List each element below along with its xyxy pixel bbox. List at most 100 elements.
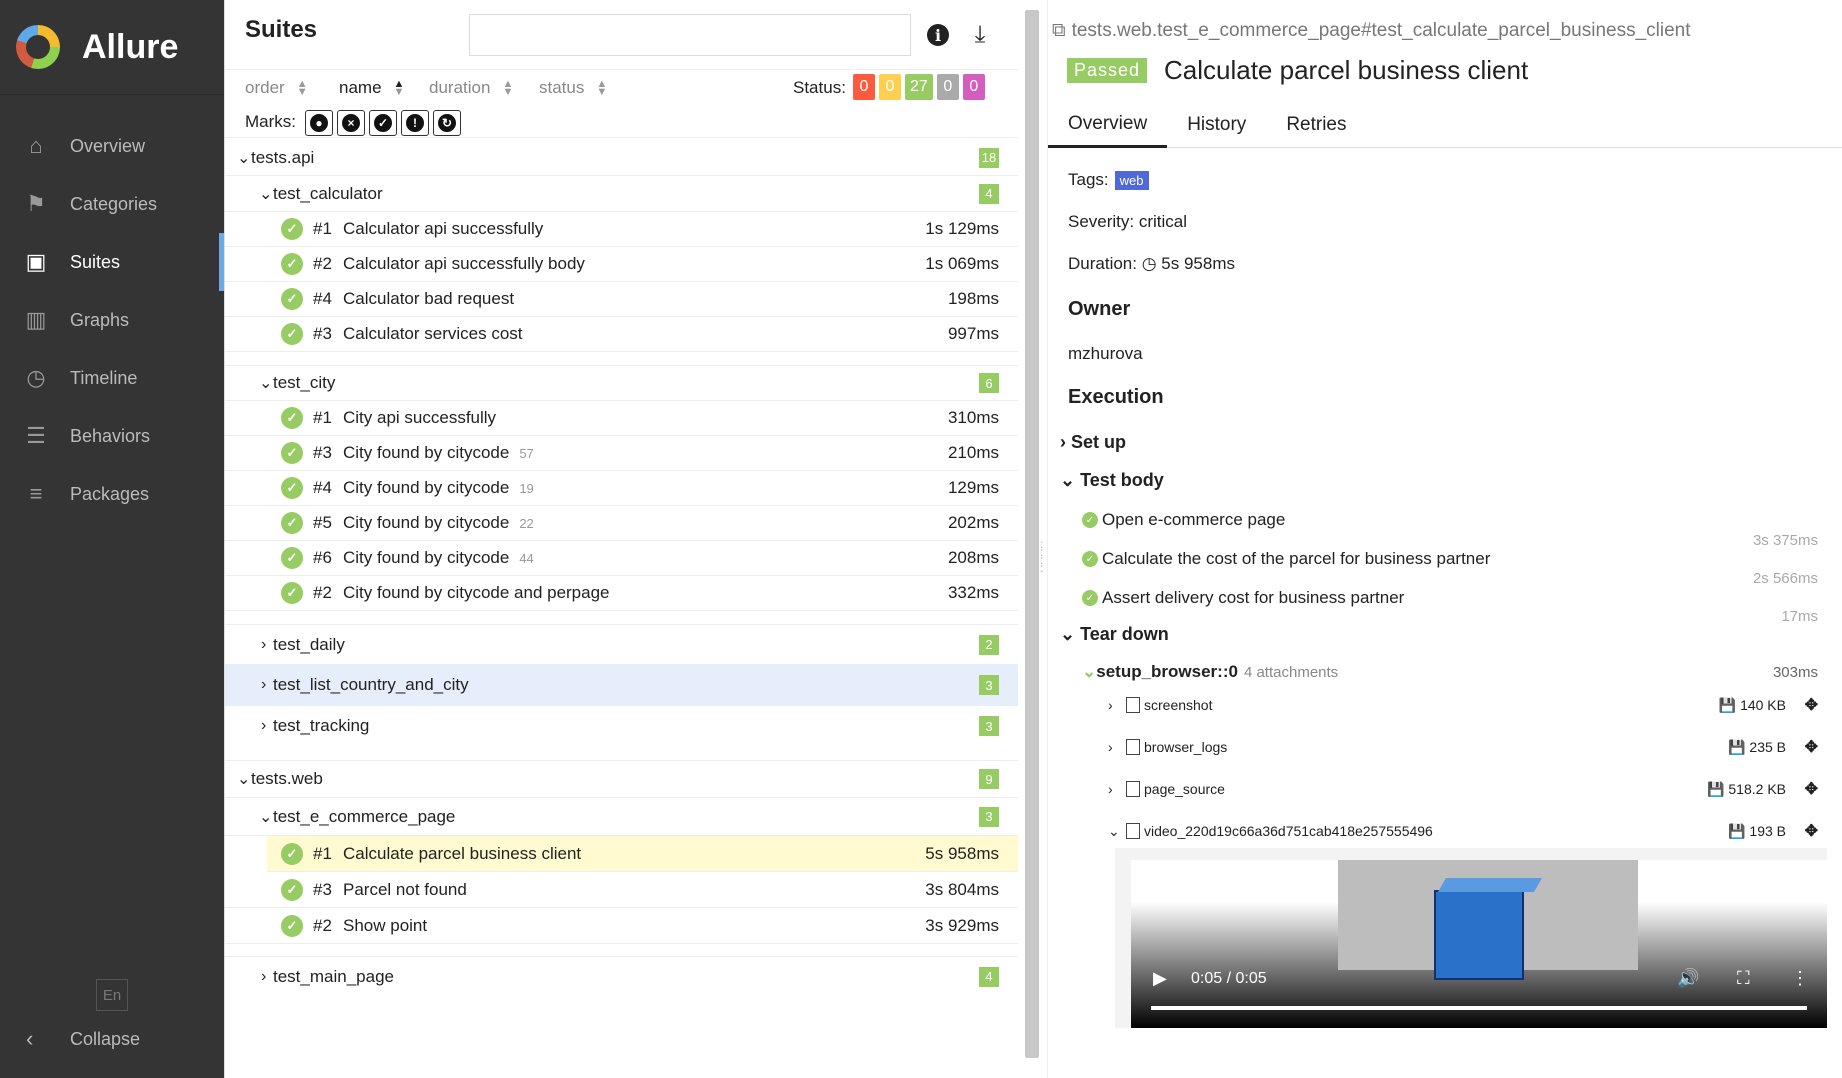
group-count: 4 — [979, 966, 999, 987]
copy-icon[interactable]: ⧉ — [1052, 20, 1066, 42]
test-case-duration: 210ms — [947, 443, 999, 462]
video-player[interactable]: ▶ 0:05 / 0:05 🔊 ⛶ ⋮ — [1115, 848, 1827, 1028]
download-icon[interactable]: ⤓ — [967, 21, 993, 48]
volume-icon[interactable]: 🔊 — [1677, 968, 1699, 989]
test-case-name: City api successfully — [343, 408, 496, 428]
expand-icon[interactable]: ✥ — [1805, 737, 1818, 757]
attachment-row[interactable]: ⌄ video_220d19c66a36d751cab418e257555496… — [1108, 816, 1818, 846]
tree-group-test-list-country-and-city[interactable]: › test_list_country_and_city 3 — [225, 664, 1018, 706]
setup-section[interactable]: › Set up — [1060, 432, 1126, 453]
status-unknown-badge[interactable]: 0 — [962, 74, 985, 100]
test-case-row[interactable]: ✓ #6 City found by citycode 44 208ms — [225, 541, 1018, 576]
step-duration: 3s 375ms — [1752, 532, 1818, 549]
tree-group-tests-api[interactable]: ⌄ tests.api 18 — [225, 140, 1018, 176]
test-case-duration: 202ms — [947, 513, 999, 532]
video-progress-bar[interactable] — [1151, 1006, 1807, 1010]
tree-group-test-e-commerce-page[interactable]: ⌄ test_e_commerce_page 3 — [225, 798, 1018, 836]
status-broken-badge[interactable]: 0 — [879, 74, 901, 100]
test-case-row[interactable]: ✓ #3 Parcel not found 3s 804ms — [225, 872, 1018, 908]
status-skipped-badge[interactable]: 0 — [936, 74, 959, 100]
mark-new-broken-button[interactable]: ! — [401, 110, 429, 136]
attachment-row[interactable]: › page_source 💾 518.2 KB ✥ — [1108, 774, 1818, 804]
tree-group-test-tracking[interactable]: › test_tracking 3 — [225, 706, 1018, 746]
attachment-row[interactable]: › browser_logs 💾 235 B ✥ — [1108, 732, 1818, 762]
tree-group-test-calculator[interactable]: ⌄ test_calculator 4 — [225, 176, 1018, 212]
play-icon[interactable]: ▶ — [1153, 968, 1167, 989]
brand[interactable]: Allure — [0, 0, 224, 95]
test-body-section[interactable]: ⌄ Test body — [1060, 470, 1164, 491]
language-button[interactable]: En — [96, 979, 128, 1011]
sidebar-item-behaviors[interactable]: ☰ Behaviors — [0, 407, 224, 465]
search-input[interactable] — [469, 14, 911, 56]
tab-overview[interactable]: Overview — [1048, 102, 1168, 148]
detail-tabs: Overview History Retries — [1048, 102, 1842, 148]
step-row[interactable]: ✓ Calculate the cost of the parcel for b… — [1082, 549, 1490, 569]
test-case-row[interactable]: ✓ #4 City found by citycode 19 129ms — [225, 471, 1018, 506]
test-case-row-selected[interactable]: ✓ #1 Calculate parcel business client 5s… — [267, 836, 1018, 872]
attachment-row[interactable]: › screenshot 💾 140 KB ✥ — [1108, 690, 1818, 720]
test-case-row[interactable]: ✓ #3 City found by citycode 57 210ms — [225, 436, 1018, 471]
passed-check-icon: ✓ — [281, 547, 303, 569]
collapse-button[interactable]: ‹ Collapse — [26, 1026, 140, 1052]
fullscreen-icon[interactable]: ⛶ — [1737, 968, 1750, 989]
teardown-section[interactable]: ⌄ Tear down — [1060, 624, 1169, 645]
sidebar-item-suites[interactable]: ▣ Suites — [0, 233, 224, 291]
clock-icon: ◷ — [1141, 254, 1157, 273]
sidebar-item-timeline[interactable]: ◷ Timeline — [0, 349, 224, 407]
tree-group-tests-web[interactable]: ⌄ tests.web 9 — [225, 760, 1018, 798]
sidebar-item-graphs[interactable]: ▥ Graphs — [0, 291, 224, 349]
expand-icon[interactable]: ✥ — [1805, 695, 1818, 715]
test-case-name: Calculator api successfully body — [343, 254, 585, 273]
status-passed-badge[interactable]: 27 — [905, 74, 933, 100]
fixture-row[interactable]: ⌄ setup_browser::0 4 attachments — [1082, 662, 1338, 682]
tab-history[interactable]: History — [1167, 102, 1266, 148]
mark-new-failed-button[interactable]: × — [337, 110, 365, 136]
tab-retries[interactable]: Retries — [1266, 102, 1366, 148]
mark-new-passed-button[interactable]: ✓ — [369, 110, 397, 136]
test-case-row[interactable]: ✓ #4 Calculator bad request 198ms — [225, 282, 1018, 317]
passed-check-icon: ✓ — [281, 914, 303, 937]
status-failed-badge[interactable]: 0 — [853, 74, 875, 100]
sidebar-item-categories[interactable]: ⚑ Categories — [0, 175, 224, 233]
scrollbar-thumb[interactable] — [1025, 10, 1039, 1058]
breadcrumb[interactable]: ⧉ tests.web.test_e_commerce_page#test_ca… — [1052, 20, 1691, 42]
group-name: test_tracking — [273, 716, 370, 735]
test-case-row[interactable]: ✓ #1 City api successfully 310ms — [225, 401, 1018, 436]
save-icon: 💾 — [1728, 738, 1746, 755]
test-body-label: Test body — [1080, 470, 1164, 490]
sort-name[interactable]: name ▲ ▼ — [339, 78, 404, 98]
test-case-param: 57 — [519, 446, 534, 461]
step-name: Assert delivery cost for business partne… — [1102, 588, 1405, 607]
expand-icon[interactable]: ✥ — [1805, 821, 1818, 841]
sidebar-item-label: Packages — [70, 483, 150, 504]
test-case-row[interactable]: ✓ #2 Calculator api successfully body 1s… — [225, 247, 1018, 282]
more-options-icon[interactable]: ⋮ — [1791, 968, 1809, 989]
test-case-row[interactable]: ✓ #2 Show point 3s 929ms — [225, 908, 1018, 944]
test-case-row[interactable]: ✓ #2 City found by citycode and perpage … — [225, 576, 1018, 611]
step-row[interactable]: ✓ Assert delivery cost for business part… — [1082, 588, 1404, 608]
sort-duration-label: duration — [429, 78, 491, 97]
pane-splitter-handle[interactable]: :::: — [1040, 538, 1046, 580]
step-row[interactable]: ✓ Open e-commerce page — [1082, 510, 1285, 530]
test-title: Calculate parcel business client — [1164, 55, 1529, 85]
sort-order[interactable]: order ▲ ▼ — [245, 78, 308, 98]
save-icon: 💾 — [1707, 780, 1725, 797]
sidebar-item-overview[interactable]: ⌂ Overview — [0, 117, 224, 175]
test-case-row[interactable]: ✓ #3 Calculator services cost 997ms — [225, 317, 1018, 352]
sort-duration[interactable]: duration ▲ ▼ — [429, 78, 513, 98]
mark-flaky-button[interactable]: ● — [305, 110, 333, 136]
test-case-row[interactable]: ✓ #5 City found by citycode 22 202ms — [225, 506, 1018, 541]
status-badge: Passed — [1067, 58, 1148, 83]
sort-status[interactable]: status ▲ ▼ — [539, 78, 607, 98]
expand-icon[interactable]: ✥ — [1805, 779, 1818, 799]
tree-group-test-daily[interactable]: › test_daily 2 — [225, 624, 1018, 664]
mark-retries-button[interactable]: ↻ — [433, 110, 461, 136]
info-icon[interactable]: i — [925, 22, 951, 48]
chevron-down-icon: ⌄ — [1060, 624, 1076, 644]
sidebar-item-packages[interactable]: ≡ Packages — [0, 465, 224, 523]
attachment-size-text: 193 B — [1749, 822, 1786, 839]
test-case-row[interactable]: ✓ #1 Calculator api successfully 1s 129m… — [225, 212, 1018, 247]
tree-group-test-city[interactable]: ⌄ test_city 6 — [225, 365, 1018, 401]
status-filter-label: Status: — [793, 78, 846, 97]
tree-group-test-main-page[interactable]: › test_main_page 4 — [225, 956, 1018, 996]
